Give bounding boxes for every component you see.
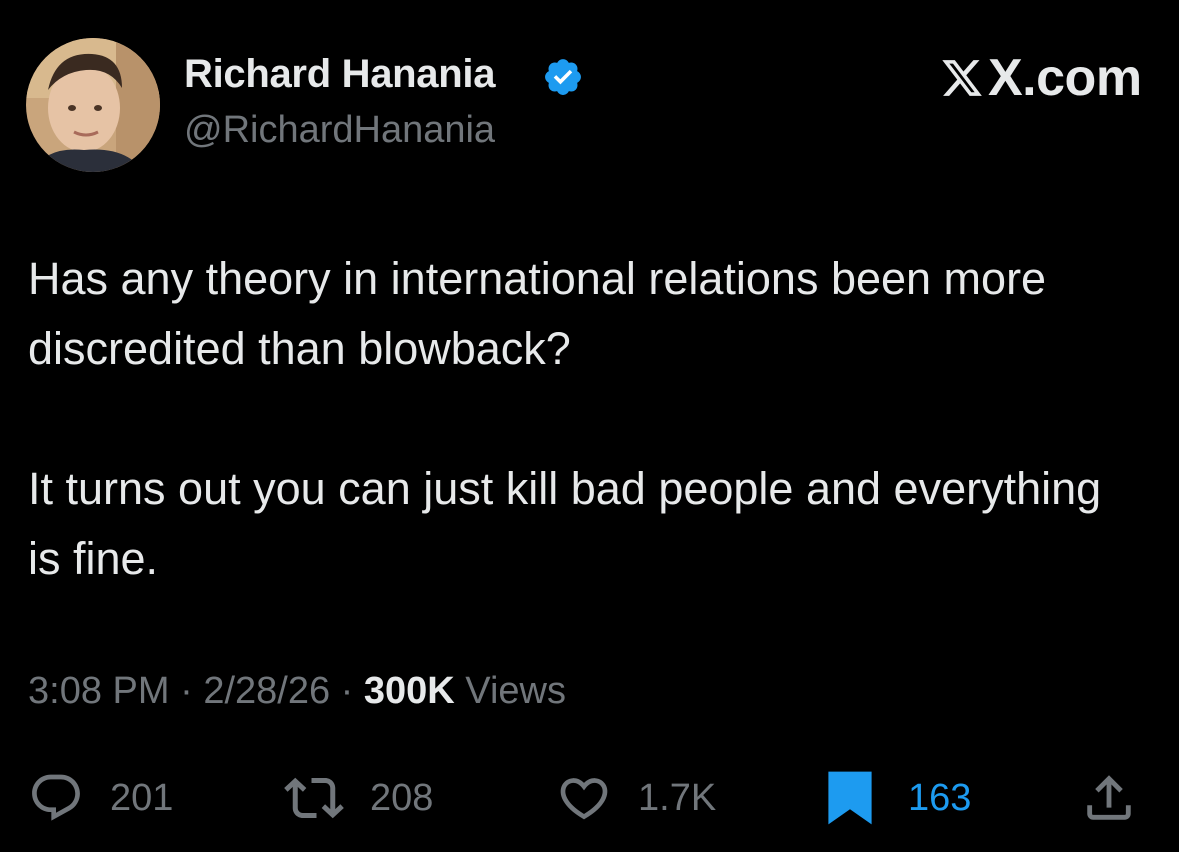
site-logo: X.com (940, 50, 1142, 106)
tweet-metadata: 3:08 PM · 2/28/26 · 300K Views (28, 670, 566, 713)
site-domain: X.com (988, 49, 1142, 107)
tweet-text-paragraph: It turns out you can just kill bad peopl… (28, 463, 1102, 584)
heart-icon (560, 778, 608, 820)
tweet-date[interactable]: 2/28/26 (203, 670, 330, 712)
views-label: Views (465, 670, 566, 712)
avatar[interactable] (26, 38, 160, 172)
separator-dot: · (180, 670, 193, 712)
tweet-time[interactable]: 3:08 PM (28, 670, 170, 712)
tweet-text-paragraph: Has any theory in international relation… (28, 253, 1047, 374)
display-name[interactable]: Richard Hanania (184, 52, 495, 97)
reply-button[interactable]: 201 (28, 768, 173, 828)
views-count: 300K (363, 670, 455, 712)
verified-badge-icon (545, 59, 581, 95)
separator-dot: · (340, 670, 354, 712)
repost-arrows-icon (284, 777, 344, 819)
action-bar: 201 208 1.7K 163 (0, 760, 1179, 836)
reply-count: 201 (110, 776, 174, 819)
bookmark-icon (828, 771, 872, 825)
x-logo-icon (942, 60, 982, 96)
bookmark-count: 163 (908, 776, 972, 819)
avatar-photo (26, 38, 160, 172)
share-upload-icon (1087, 775, 1131, 820)
repost-button[interactable]: 208 (284, 768, 433, 828)
bookmark-button[interactable]: 163 (826, 768, 971, 828)
repost-count: 208 (370, 776, 434, 819)
speech-bubble-icon (32, 774, 80, 821)
author-handle[interactable]: @RichardHanania (184, 109, 495, 152)
share-button[interactable] (1080, 768, 1138, 828)
like-count: 1.7K (638, 776, 717, 819)
like-button[interactable]: 1.7K (556, 768, 716, 828)
